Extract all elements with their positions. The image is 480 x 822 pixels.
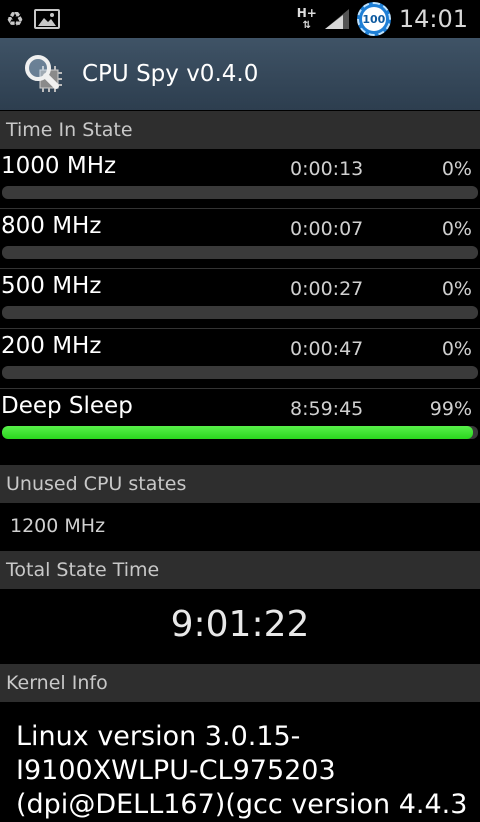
state-time: 0:00:27 [290, 278, 364, 300]
battery-icon: 100 [356, 2, 391, 36]
total-state-time-header: Total State Time [0, 551, 480, 589]
time-in-state-header: Time In State [0, 111, 480, 149]
state-percent: 0% [441, 278, 472, 300]
battery-level: 100 [361, 7, 386, 31]
picture-icon [33, 9, 60, 29]
state-row: 500 MHz 0:00:27 0% [0, 269, 480, 329]
state-progress-bar [2, 186, 478, 199]
state-time: 8:59:45 [290, 398, 364, 420]
state-row: 200 MHz 0:00:47 0% [0, 329, 480, 389]
status-bar: ♻ H+ ⇅ 100 14:01 [0, 0, 480, 38]
state-name: 1000 MHz [1, 153, 117, 179]
recycle-icon: ♻ [6, 7, 24, 31]
state-percent: 0% [441, 338, 472, 360]
network-type-indicator: H+ ⇅ [296, 5, 317, 31]
app-title: CPU Spy v0.4.0 [82, 61, 259, 87]
state-name: 500 MHz [1, 273, 102, 299]
state-time: 0:00:47 [290, 338, 364, 360]
state-name: 800 MHz [1, 213, 102, 239]
state-progress-bar [2, 426, 478, 439]
state-progress-fill [2, 426, 474, 439]
kernel-info-header: Kernel Info [0, 664, 480, 702]
status-clock: 14:01 [398, 5, 468, 33]
state-progress-bar [2, 366, 478, 379]
state-name: 200 MHz [1, 333, 102, 359]
state-percent: 99% [429, 398, 472, 420]
signal-strength-icon [324, 9, 349, 29]
state-percent: 0% [441, 158, 472, 180]
state-row: 1000 MHz 0:00:13 0% [0, 149, 480, 209]
state-progress-bar [2, 246, 478, 259]
state-name: Deep Sleep [1, 393, 133, 419]
state-row: Deep Sleep 8:59:45 99% [0, 389, 480, 449]
state-progress-bar [2, 306, 478, 319]
unused-state-value: 1200 MHz [10, 515, 106, 537]
state-time: 0:00:13 [290, 158, 364, 180]
state-row: 800 MHz 0:00:07 0% [0, 209, 480, 269]
unused-states-header: Unused CPU states [0, 465, 480, 503]
cpu-magnifier-icon[interactable] [22, 52, 66, 96]
state-percent: 0% [441, 218, 472, 240]
title-bar: CPU Spy v0.4.0 [0, 38, 480, 110]
kernel-info-text: Linux version 3.0.15- I9100XWLPU-CL97520… [16, 721, 468, 820]
state-time: 0:00:07 [290, 218, 364, 240]
total-state-time-value: 9:01:22 [170, 604, 310, 645]
